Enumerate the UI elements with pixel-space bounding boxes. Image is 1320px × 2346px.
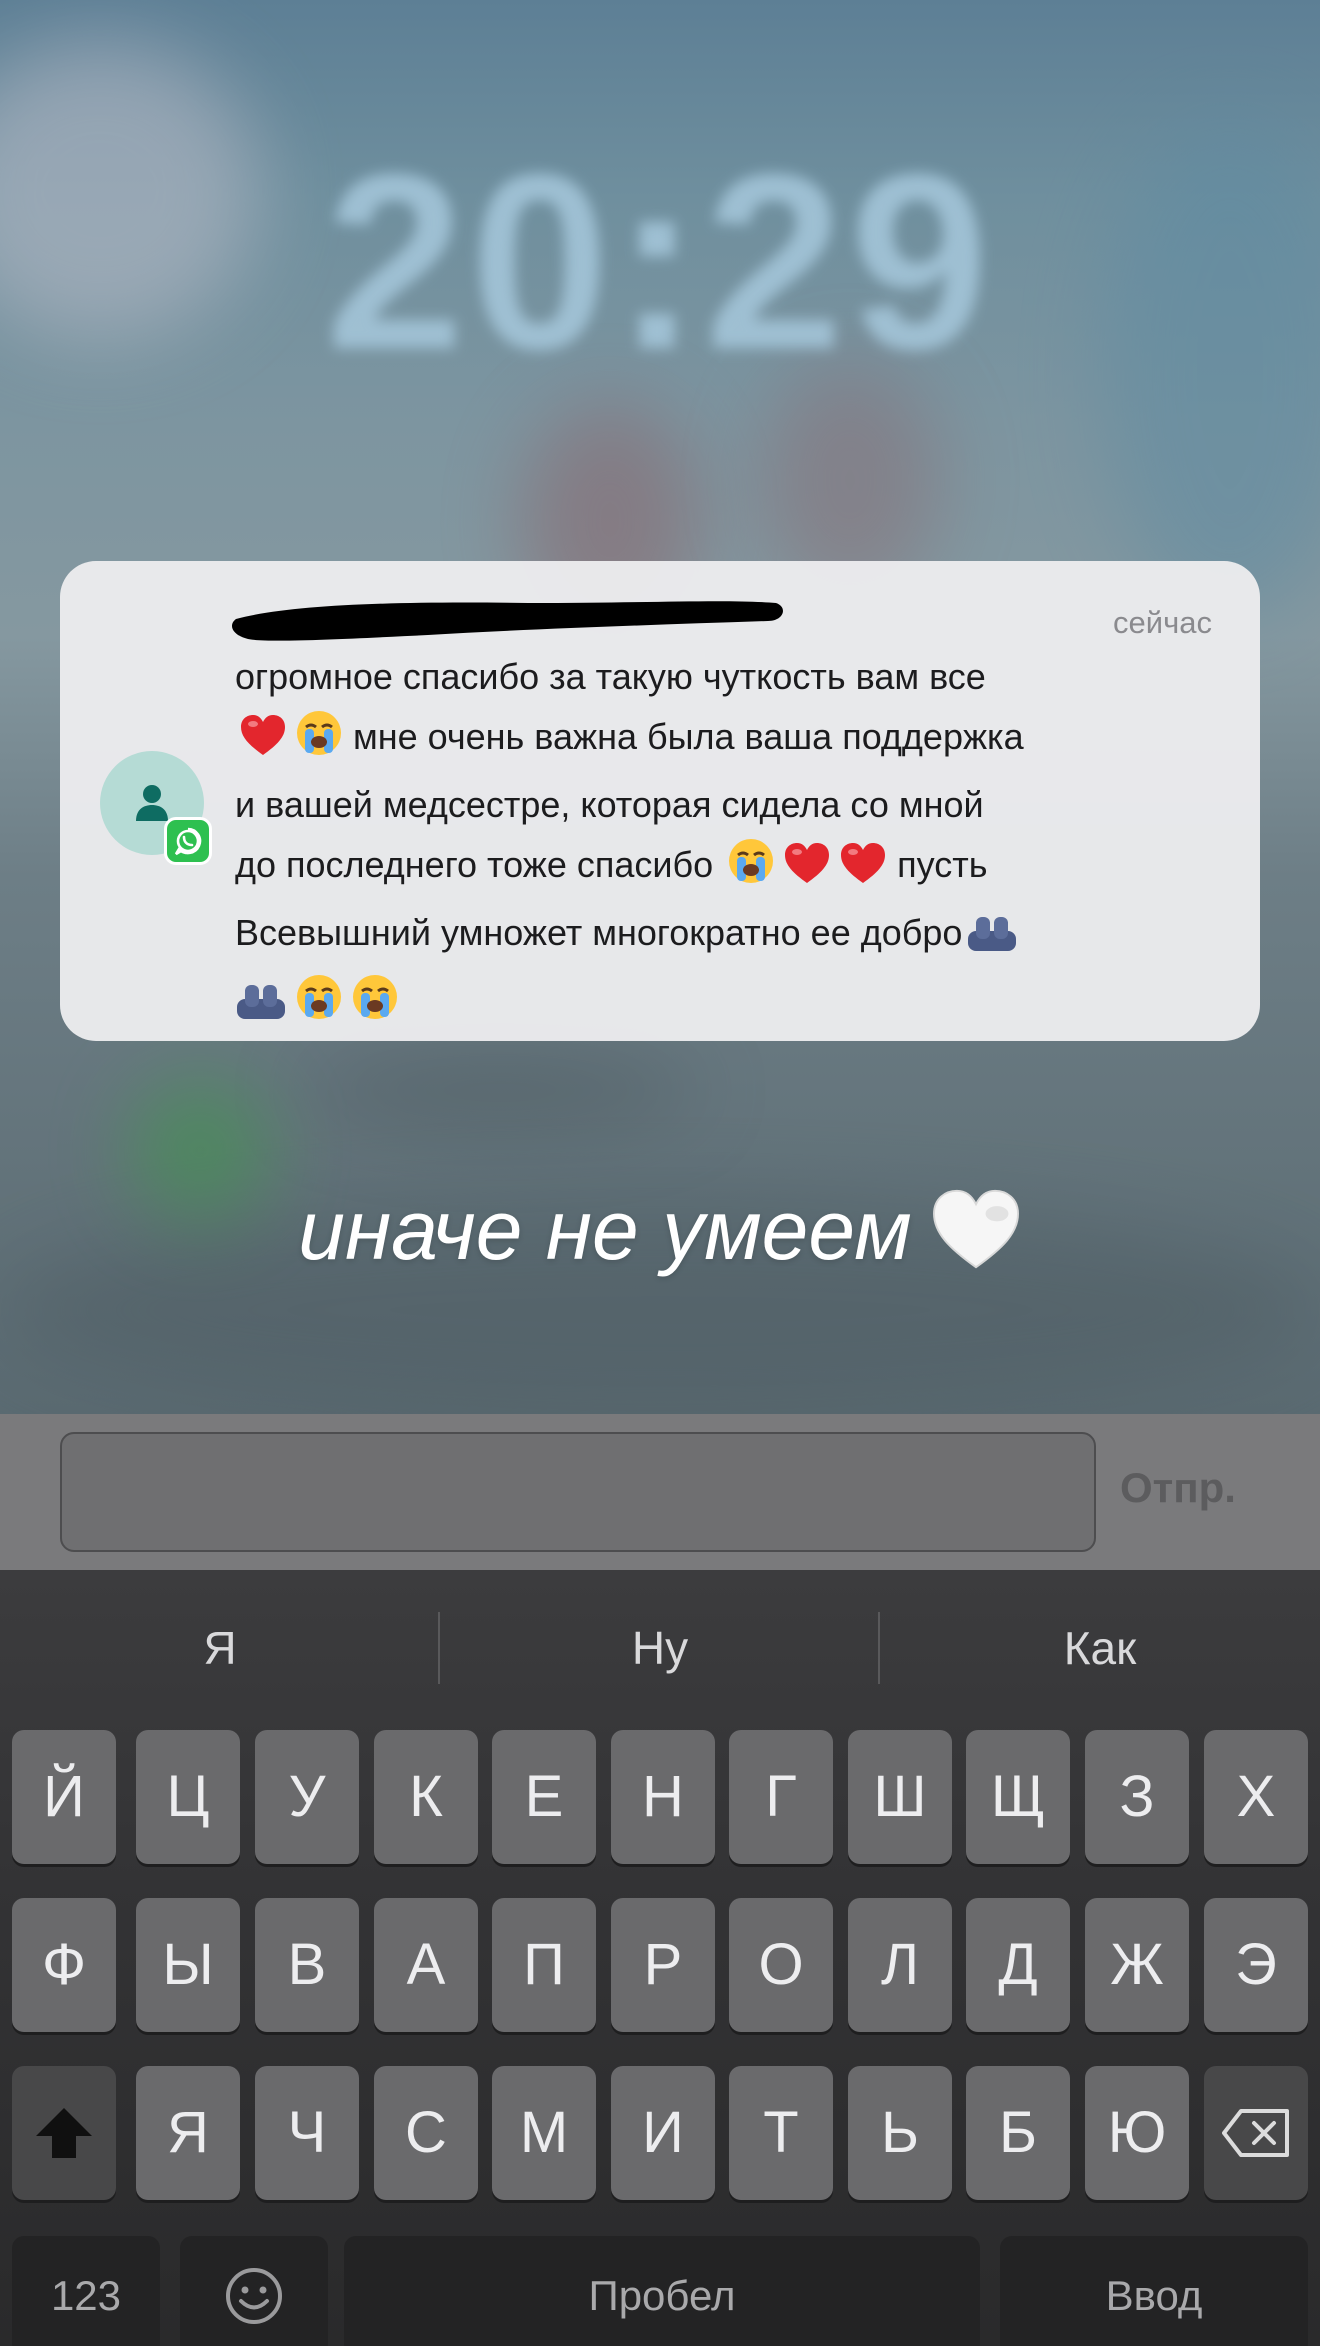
shift-key[interactable]	[12, 2066, 116, 2200]
key-1-8[interactable]: Ш	[848, 1730, 952, 1864]
key-3-5[interactable]: И	[611, 2066, 715, 2200]
red-heart-emoji	[239, 713, 287, 775]
emoji-key[interactable]	[180, 2236, 328, 2346]
space-key[interactable]: Пробел	[344, 2236, 980, 2346]
shift-icon	[36, 2108, 92, 2158]
message-text: мне очень важна была ваша поддержка	[353, 716, 1024, 757]
keyboard: Я Ну Как Й Ц У К Е Н Г Ш Щ З Х Ф Ы В А П…	[0, 1570, 1320, 2346]
message-line-4: до последнего тоже спасибо пусть	[235, 835, 1235, 903]
key-2-10[interactable]: Ж	[1085, 1898, 1189, 2032]
whatsapp-icon	[164, 817, 212, 865]
key-1-3[interactable]: У	[255, 1730, 359, 1864]
key-2-7[interactable]: О	[729, 1898, 833, 2032]
key-2-9[interactable]: Д	[966, 1898, 1070, 2032]
key-1-4[interactable]: К	[374, 1730, 478, 1864]
numbers-key[interactable]: 123	[12, 2236, 160, 2346]
key-2-8[interactable]: Л	[848, 1898, 952, 2032]
key-1-2[interactable]: Ц	[136, 1730, 240, 1864]
key-2-3[interactable]: В	[255, 1898, 359, 2032]
backspace-icon	[1222, 2109, 1289, 2157]
red-heart-emoji	[839, 841, 887, 903]
key-3-9[interactable]: Ю	[1085, 2066, 1189, 2200]
crying-face-emoji	[351, 973, 399, 1039]
message-line-5: Всевышний умножет многократно ее добро	[235, 903, 1235, 971]
praying-hands-emoji	[235, 979, 287, 1039]
key-1-5[interactable]: Е	[492, 1730, 596, 1864]
key-3-4[interactable]: М	[492, 2066, 596, 2200]
message-text: пусть	[897, 844, 988, 885]
sender-name-redaction	[232, 601, 783, 641]
key-3-7[interactable]: Ь	[848, 2066, 952, 2200]
key-1-11[interactable]: Х	[1204, 1730, 1308, 1864]
key-2-5[interactable]: П	[492, 1898, 596, 2032]
message-line-2: мне очень важна была ваша поддержка	[235, 707, 1235, 775]
key-3-1[interactable]: Я	[136, 2066, 240, 2200]
message-line-3: и вашей медсестре, которая сидела со мно…	[235, 775, 1235, 835]
key-1-1[interactable]: Й	[12, 1730, 116, 1864]
lock-screen-clock: 20:29	[325, 122, 995, 401]
suggestion-3[interactable]: Как	[880, 1570, 1320, 1726]
whatsapp-notification[interactable]: сейчас огромное спасибо за такую чуткост…	[60, 561, 1260, 1041]
caption-text: иначе не умеем	[298, 1183, 912, 1277]
notification-time: сейчас	[1113, 605, 1212, 640]
key-3-8[interactable]: Б	[966, 2066, 1070, 2200]
message-line-1: огромное спасибо за такую чуткость вам в…	[235, 647, 1235, 707]
praying-hands-emoji	[966, 911, 1018, 971]
return-key[interactable]: Ввод	[1000, 2236, 1308, 2346]
key-1-9[interactable]: Щ	[966, 1730, 1070, 1864]
message-text: Всевышний умножет многократно ее добро	[235, 912, 963, 953]
key-1-7[interactable]: Г	[729, 1730, 833, 1864]
crying-face-emoji	[727, 837, 775, 903]
suggestion-1[interactable]: Я	[0, 1570, 440, 1726]
message-line-6	[235, 971, 1235, 1039]
emoji-icon	[226, 2268, 282, 2324]
key-2-6[interactable]: Р	[611, 1898, 715, 2032]
message-text: огромное спасибо за такую чуткость вам в…	[235, 656, 986, 697]
delete-key[interactable]	[1204, 2066, 1308, 2200]
crying-face-emoji	[295, 709, 343, 775]
message-text: и вашей медсестре, которая сидела со мно…	[235, 784, 984, 825]
reply-bar: Отпр.	[0, 1414, 1320, 1570]
key-1-10[interactable]: З	[1085, 1730, 1189, 1864]
reply-input[interactable]	[60, 1432, 1096, 1552]
suggestion-2[interactable]: Ну	[440, 1570, 880, 1726]
message-text: до последнего тоже спасибо	[235, 844, 714, 885]
crying-face-emoji	[295, 973, 343, 1039]
person-icon	[136, 785, 168, 821]
key-1-6[interactable]: Н	[611, 1730, 715, 1864]
story-caption: иначе не умеем	[0, 1182, 1320, 1291]
key-2-4[interactable]: А	[374, 1898, 478, 2032]
white-heart-emoji	[930, 1187, 1022, 1291]
key-3-6[interactable]: Т	[729, 2066, 833, 2200]
key-2-1[interactable]: Ф	[12, 1898, 116, 2032]
send-button[interactable]: Отпр.	[1120, 1464, 1236, 1512]
key-3-2[interactable]: Ч	[255, 2066, 359, 2200]
key-3-3[interactable]: С	[374, 2066, 478, 2200]
notification-message: огромное спасибо за такую чуткость вам в…	[235, 647, 1235, 1039]
key-2-11[interactable]: Э	[1204, 1898, 1308, 2032]
red-heart-emoji	[783, 841, 831, 903]
key-2-2[interactable]: Ы	[136, 1898, 240, 2032]
